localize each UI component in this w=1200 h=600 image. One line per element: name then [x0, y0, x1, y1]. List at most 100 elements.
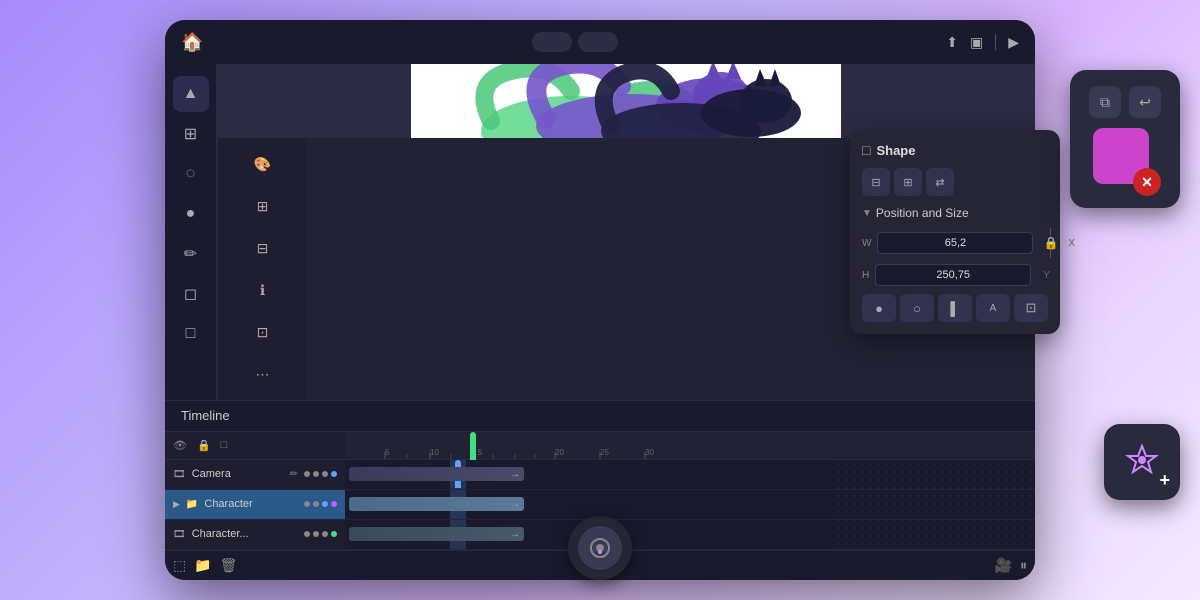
grid2-panel-btn[interactable]: ⊡ — [245, 314, 281, 350]
dot-1 — [304, 471, 310, 477]
action-btn-2[interactable]: ○ — [900, 294, 934, 322]
character2-track-bar: → — [349, 527, 524, 541]
dot-4 — [331, 501, 337, 507]
camera-track-bar: → — [349, 467, 524, 481]
footer-delete-btn[interactable]: 🗑 — [220, 557, 238, 574]
dot-2 — [313, 501, 319, 507]
props-toolbar: ⊟ ⊞ ⇄ — [862, 168, 1048, 196]
shape-panel-icons-top: ⧉ ↩ — [1089, 86, 1161, 118]
props-box-btn[interactable]: ⊞ — [894, 168, 922, 196]
timeline-layer-character2[interactable]: 🎞 Character... — [165, 520, 345, 550]
eraser-tool-button[interactable]: ◻ — [173, 276, 209, 312]
add-node-svg — [1124, 442, 1160, 478]
y-axis-label: Y — [1043, 270, 1050, 281]
layout-icon[interactable]: ▣ — [970, 34, 983, 51]
shape-overlay-btn[interactable]: ✕ — [1133, 168, 1161, 196]
camera-dots — [304, 471, 337, 477]
canvas-white: 🎧 👤 — [411, 64, 841, 138]
chevron-icon: ▼ — [862, 208, 872, 219]
position-size-title: Position and Size — [876, 206, 969, 220]
play-circle — [578, 526, 622, 570]
top-bar-pill-2 — [578, 32, 618, 52]
align-panel-btn[interactable]: ⊟ — [245, 230, 281, 266]
timeline-labels: 👁 🔒 □ 🎞 Camera ✏ — [165, 432, 345, 550]
character2-layer-name: Character... — [192, 528, 298, 540]
lock-icon[interactable]: 🔒 — [1043, 236, 1058, 250]
dot-2 — [313, 531, 319, 537]
dot-1 — [304, 501, 310, 507]
right-panel: 🎨 ⊞ ⊟ ℹ ⊡ ⋯ — [217, 138, 307, 400]
lasso-tool-button[interactable]: ◌ — [173, 156, 209, 192]
footer-back-btn[interactable]: ⬚ — [173, 557, 186, 574]
color-panel-btn[interactable]: 🎨 — [245, 146, 281, 182]
props-header: □ Shape — [862, 142, 1048, 158]
floating-play-button[interactable] — [568, 516, 632, 580]
top-bar-pill-1 — [532, 32, 572, 52]
action-btn-3[interactable]: ▌ — [938, 294, 972, 322]
paint-tool-button[interactable]: ● — [173, 196, 209, 232]
timeline-header: Timeline — [165, 401, 1035, 432]
action-btn-4[interactable]: A — [976, 294, 1010, 322]
top-bar-left: 🏠 — [181, 32, 203, 53]
lock-line-bottom — [1050, 250, 1051, 258]
w-label: W — [862, 238, 871, 249]
info-panel-btn[interactable]: ℹ — [245, 272, 281, 308]
footer-folder-btn[interactable]: 📁 — [194, 557, 211, 574]
brush-tool-button[interactable]: ✏ — [173, 236, 209, 272]
floating-add-panel[interactable]: + — [1104, 424, 1180, 500]
left-toolbar: ▲ ⊞ ◌ ● ✏ ◻ □ — [165, 64, 217, 400]
lock-container: 🔒 — [1039, 228, 1062, 258]
shape-preview-container: ✕ — [1093, 128, 1157, 192]
play-icon[interactable]: ▶ — [1008, 34, 1019, 51]
box-col-icon: □ — [221, 439, 228, 451]
character2-icon: 🎞 — [173, 529, 186, 540]
dot-3 — [322, 501, 328, 507]
undo-icon-btn[interactable]: ↩ — [1129, 86, 1161, 118]
dot-3 — [322, 531, 328, 537]
props-align-btn[interactable]: ⊟ — [862, 168, 890, 196]
width-input[interactable] — [877, 232, 1033, 254]
add-plus-icon: + — [1159, 471, 1170, 489]
timeline-layer-camera[interactable]: 🎞 Camera ✏ — [165, 460, 345, 490]
top-bar-center — [532, 32, 618, 52]
top-bar-right: ⬆ ▣ ▶ — [946, 34, 1019, 51]
character-play-icon: ▶ — [173, 499, 180, 510]
shape-icon: □ — [862, 142, 870, 158]
timeline-layer-character[interactable]: ▶ 📁 Character — [165, 490, 345, 520]
shape-title: Shape — [876, 143, 915, 158]
action-btn-5[interactable]: ⊡ — [1014, 294, 1048, 322]
home-icon[interactable]: 🏠 — [181, 32, 203, 53]
lock-line-top — [1050, 228, 1051, 236]
grid-panel-btn[interactable]: ⊞ — [245, 188, 281, 224]
select-tool-button[interactable]: ▲ — [173, 76, 209, 112]
dots-panel-btn[interactable]: ⋯ — [245, 356, 281, 392]
action-btn-1[interactable]: ● — [862, 294, 896, 322]
transform-tool-button[interactable]: ⊞ — [173, 116, 209, 152]
h-label: H — [862, 270, 869, 281]
rectangle-tool-button[interactable]: □ — [173, 316, 209, 352]
dot-2 — [313, 471, 319, 477]
timeline-col-headers: 👁 🔒 □ — [165, 432, 345, 460]
x-axis-label: X — [1068, 238, 1075, 249]
export-icon[interactable]: ⬆ — [946, 34, 958, 51]
height-row: H Y — [862, 264, 1048, 286]
timeline-tracks[interactable]: 5 10 15 20 25 30 — [345, 432, 1035, 550]
character-track-arrow: → — [510, 499, 520, 510]
copy-icon-btn[interactable]: ⧉ — [1089, 86, 1121, 118]
dot-4 — [331, 531, 337, 537]
timeline-ruler: 5 10 15 20 25 30 — [345, 432, 1035, 460]
character-folder-icon: 📁 — [186, 499, 198, 510]
footer-camera-btn[interactable]: 🎥 — [995, 557, 1012, 574]
canvas-viewport[interactable]: 🎧 👤 — [217, 64, 1035, 138]
height-input[interactable] — [875, 264, 1031, 286]
divider — [995, 34, 996, 50]
top-bar: 🏠 ⬆ ▣ ▶ — [165, 20, 1035, 64]
camera-layer-icon: 🎞 — [173, 469, 186, 480]
footer-pause-btn[interactable]: ⏸ — [1020, 557, 1027, 574]
add-node-icon-container: + — [1124, 442, 1160, 483]
green-marker — [470, 432, 476, 460]
camera-track-arrow: → — [510, 469, 520, 480]
props-actions: ● ○ ▌ A ⊡ — [862, 294, 1048, 322]
props-transform-btn[interactable]: ⇄ — [926, 168, 954, 196]
character2-track-arrow: → — [510, 529, 520, 540]
